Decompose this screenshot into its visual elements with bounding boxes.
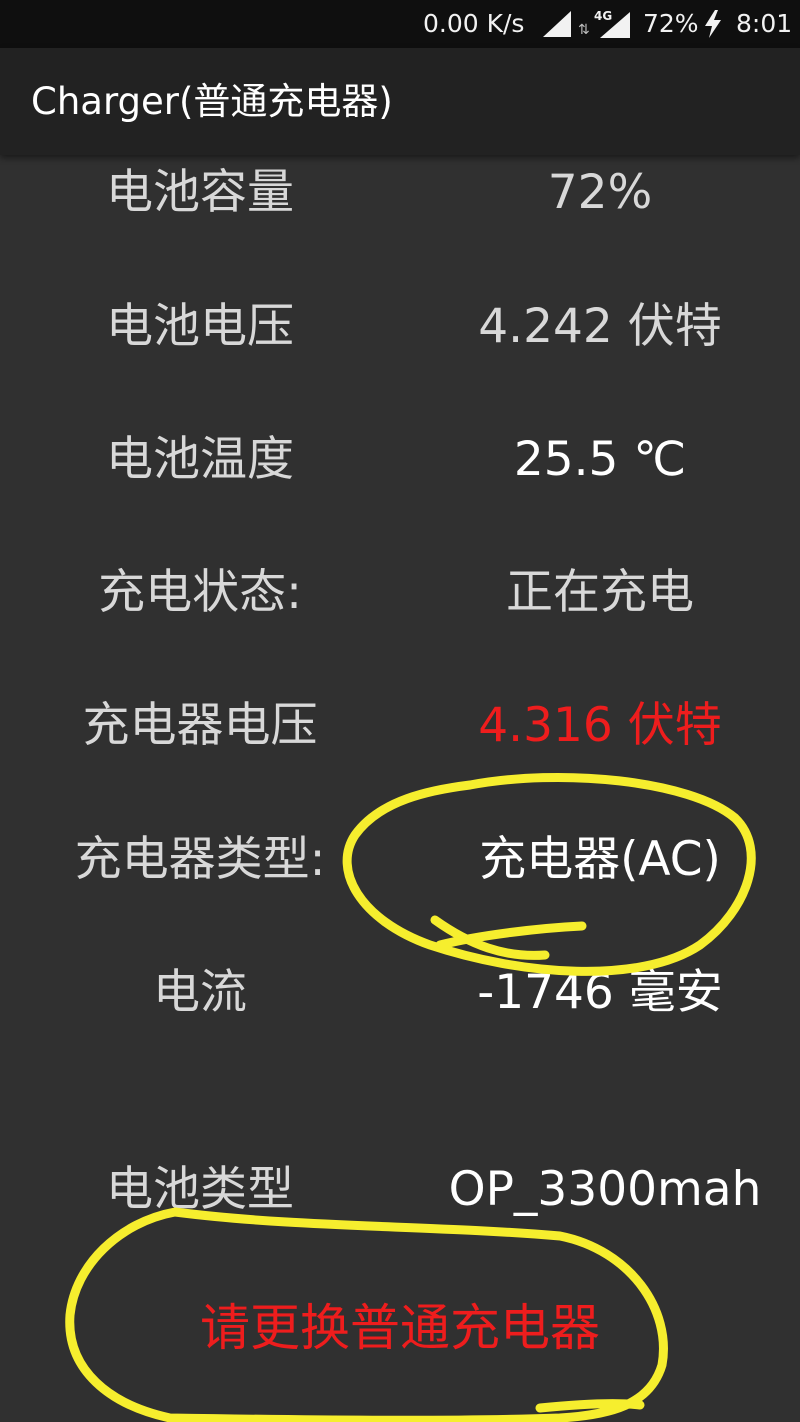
battery-voltage-value: 4.242 伏特 [478,299,722,354]
row-charger-voltage: 充电器电压 4.316 伏特 [0,686,800,766]
charger-type-label: 充电器类型: [74,832,326,887]
battery-type-label: 电池类型 [106,1162,294,1217]
battery-capacity-label: 电池容量 [106,165,294,220]
current-value: -1746 毫安 [477,965,723,1020]
app-bar: Charger(普通充电器) [0,48,800,155]
app-title: Charger(普通充电器) [31,80,393,123]
charging-bolt-icon [703,10,723,46]
network-type: 4G [594,9,612,23]
charging-status-value: 正在充电 [506,565,694,620]
battery-temperature-value: 25.5 ℃ [513,432,687,487]
wifi-signal-icon [543,11,571,45]
charging-status-label: 充电状态: [98,565,302,620]
battery-capacity-value: 72% [547,165,653,220]
current-label: 电流 [153,965,247,1020]
row-battery-capacity: 电池容量 72% [0,153,800,233]
replace-charger-warning: 请更换普通充电器 [200,1299,600,1357]
row-charger-type: 充电器类型: 充电器(AC) [0,820,800,900]
row-charging-status: 充电状态: 正在充电 [0,553,800,633]
row-battery-temperature: 电池温度 25.5 ℃ [0,420,800,500]
clock: 8:01 [736,9,793,38]
cell-signal-icon: 4G [592,8,632,46]
battery-percent: 72% [643,9,699,38]
battery-type-value: OP_3300mah [448,1162,762,1217]
battery-voltage-label: 电池电压 [106,299,294,354]
charger-type-value: 充电器(AC) [479,832,721,887]
charger-screen: 0.00 K/s ⇅ 4G 72% 8:01 Charger(普通充电器) 电池… [0,0,800,1422]
charger-voltage-value: 4.316 伏特 [478,698,722,753]
battery-temperature-label: 电池温度 [106,432,294,487]
row-battery-type: 电池类型 OP_3300mah [0,1150,800,1230]
charger-voltage-label: 充电器电压 [82,698,318,753]
data-activity-icon: ⇅ [578,22,590,38]
status-bar: 0.00 K/s ⇅ 4G 72% 8:01 [0,0,800,48]
network-speed: 0.00 K/s [423,9,525,38]
row-current: 电流 -1746 毫安 [0,953,800,1033]
row-battery-voltage: 电池电压 4.242 伏特 [0,287,800,367]
